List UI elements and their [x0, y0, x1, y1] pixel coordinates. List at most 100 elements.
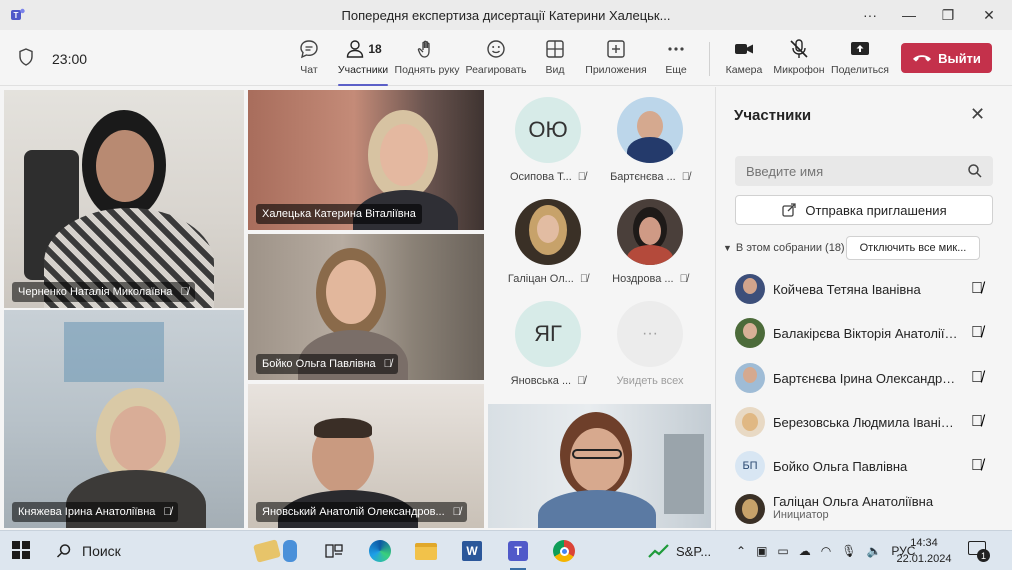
- mini-participant-nozdrova[interactable]: Ноздрова ... 🎙̸: [600, 199, 700, 285]
- close-panel-icon[interactable]: ✕: [970, 104, 985, 125]
- mute-all-button[interactable]: Отключить все мик...: [846, 236, 980, 260]
- participant-row[interactable]: БП Бойко Ольга Павлівна 🎙̸: [735, 446, 993, 486]
- video-tile-chernenko[interactable]: Черненко Наталія Миколаївна 🎙̸: [4, 90, 244, 308]
- camera-button[interactable]: Камера: [726, 38, 762, 80]
- apps-button[interactable]: Приложения: [585, 38, 647, 80]
- participant-row[interactable]: Березовська Людмила Іванівна 🎙̸: [735, 402, 993, 442]
- cloud-icon[interactable]: ☁: [799, 544, 811, 558]
- see-all-button[interactable]: ··· Увидеть всех: [600, 301, 700, 387]
- hand-icon: [417, 40, 430, 58]
- camera-label: Камера: [725, 64, 763, 76]
- mic-muted-icon: 🎙̸: [971, 324, 983, 341]
- close-window-button[interactable]: ✕: [970, 0, 1008, 30]
- teams-meeting-window: T Попередня експертиза дисертації Катери…: [0, 0, 1012, 570]
- raise-hand-label: Поднять руку: [394, 64, 460, 76]
- mini-participant-galitsan[interactable]: Галіцан Ол... 🎙̸: [498, 199, 598, 285]
- mini-participant-bartenieva[interactable]: Бартєнєва ... 🎙̸: [600, 97, 700, 183]
- restore-button[interactable]: ❐: [929, 0, 967, 30]
- participant-role: Инициатор: [773, 509, 829, 521]
- person-face: [570, 428, 624, 492]
- react-button[interactable]: Реагировать: [465, 38, 527, 80]
- windows-taskbar: Поиск W T S&P... ⌃ ▣ ▭ ☁ ◠ 🎙 🔈 РУС 14:34…: [0, 530, 1012, 570]
- mic-icon[interactable]: 🎙: [841, 544, 856, 558]
- system-tray: ⌃ ▣ ▭ ☁ ◠ 🎙 🔈 РУС: [736, 531, 915, 570]
- person-face: [110, 406, 166, 472]
- wifi-icon[interactable]: ◠: [821, 544, 831, 558]
- section-title: В этом собрании (18): [735, 242, 845, 254]
- tile-name-tag: Черненко Наталія Миколаївна 🎙̸: [12, 282, 195, 302]
- video-tile-yanovskyi[interactable]: Яновський Анатолій Олександров... 🎙̸: [248, 384, 484, 528]
- chevron-down-icon: ▼: [723, 243, 732, 253]
- panel-title: Участники: [734, 107, 812, 124]
- mini-name: Яновська ...: [510, 375, 572, 387]
- avatar: [735, 363, 765, 393]
- mini-name: Ноздрова ...: [612, 273, 674, 285]
- word-icon[interactable]: W: [458, 537, 486, 565]
- react-label: Реагировать: [465, 64, 527, 76]
- shield-icon[interactable]: [18, 48, 34, 66]
- mini-participant-yanovska[interactable]: ЯГ Яновська ... 🎙̸: [498, 301, 598, 387]
- mic-off-icon: [790, 39, 808, 58]
- send-invite-button[interactable]: Отправка приглашения: [735, 195, 993, 225]
- participant-row[interactable]: Бартєнєва Ірина Олександрівна 🎙̸: [735, 358, 993, 398]
- mic-muted-icon: 🎙̸: [163, 506, 172, 518]
- mini-name: Бартєнєва ...: [610, 171, 676, 183]
- hang-up-icon: [913, 55, 932, 62]
- tile-name: Черненко Наталія Миколаївна: [18, 286, 173, 298]
- view-button[interactable]: Вид: [543, 38, 567, 80]
- volume-icon[interactable]: 🔈: [866, 544, 881, 558]
- person-face: [326, 260, 376, 324]
- person-face: [96, 130, 154, 202]
- glasses: [572, 449, 622, 459]
- teams-taskbar-icon[interactable]: T: [504, 537, 532, 570]
- mini-name: Осипова Т...: [509, 171, 572, 183]
- participant-row[interactable]: Балакірєва Вікторія Анатоліївна 🎙̸: [735, 313, 993, 353]
- tile-name-tag: Княжева Ірина Анатоліївна 🎙̸: [12, 502, 178, 522]
- taskbar-clock[interactable]: 14:34 22.01.2024: [894, 535, 954, 567]
- tile-name: Бойко Ольга Павлівна: [262, 358, 376, 370]
- participant-row[interactable]: Койчева Тетяна Іванівна 🎙̸: [735, 269, 993, 309]
- stock-widget[interactable]: S&P...: [648, 531, 711, 570]
- people-icon: [347, 40, 364, 58]
- video-tile-participant[interactable]: [488, 404, 711, 528]
- more-options-icon[interactable]: ···: [851, 0, 889, 30]
- usb-device-icon[interactable]: ▣: [756, 544, 767, 558]
- mic-muted-icon: 🎙̸: [681, 171, 690, 183]
- battery-icon[interactable]: ▭: [777, 544, 788, 558]
- mic-muted-icon: 🎙̸: [452, 506, 461, 518]
- notification-center-icon[interactable]: 1: [968, 541, 990, 562]
- chrome-icon[interactable]: [550, 537, 578, 565]
- microphone-button[interactable]: Микрофон: [773, 38, 825, 80]
- chevron-up-icon[interactable]: ⌃: [736, 544, 746, 558]
- in-meeting-section-toggle[interactable]: ▼ В этом собрании (18): [723, 237, 845, 259]
- avatar-photo: [617, 97, 683, 163]
- file-explorer-icon[interactable]: [412, 537, 440, 565]
- avatar: [735, 407, 765, 437]
- raise-hand-button[interactable]: Поднять руку: [395, 38, 459, 80]
- video-tile-knyazheva[interactable]: Княжева Ірина Анатоліївна 🎙̸: [4, 310, 244, 528]
- clock-time: 14:34: [910, 537, 938, 549]
- mic-muted-icon: 🎙̸: [971, 280, 983, 297]
- participants-button[interactable]: 18 Участники: [338, 38, 388, 86]
- search-highlight-icon[interactable]: [246, 537, 306, 565]
- avatar-photo: [515, 199, 581, 265]
- leave-button[interactable]: Выйти: [901, 43, 992, 73]
- edge-browser-icon[interactable]: [366, 537, 394, 565]
- windows-start-icon[interactable]: [12, 541, 30, 559]
- task-view-icon[interactable]: [320, 537, 348, 565]
- minimize-button[interactable]: —: [890, 0, 928, 30]
- participant-name: Бойко Ольга Павлівна: [773, 458, 908, 474]
- video-tile-boiko[interactable]: Бойко Ольга Павлівна 🎙̸: [248, 234, 484, 380]
- mic-muted-icon: 🎙̸: [180, 286, 189, 298]
- video-tile-khaletska[interactable]: Халецька Катерина Віталіївна: [248, 90, 484, 230]
- chat-button[interactable]: Чат: [296, 38, 322, 80]
- grid-view-icon: [546, 40, 564, 58]
- mini-participant-osypova[interactable]: ОЮ Осипова Т... 🎙̸: [498, 97, 598, 183]
- share-button[interactable]: Поделиться: [831, 38, 889, 80]
- stock-chart-icon: [648, 544, 669, 558]
- more-actions-button[interactable]: Еще: [664, 38, 688, 80]
- search-input[interactable]: [735, 156, 955, 186]
- taskbar-search[interactable]: Поиск: [44, 531, 244, 570]
- participant-search[interactable]: [735, 156, 993, 186]
- participant-row[interactable]: Галіцан Ольга Анатоліївна Инициатор: [735, 490, 993, 530]
